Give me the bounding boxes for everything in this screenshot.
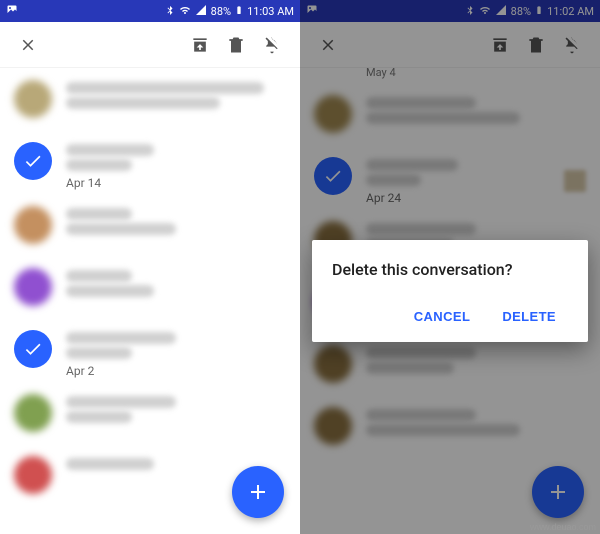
delete-confirm-button[interactable]: Delete xyxy=(490,299,568,334)
app-bar xyxy=(0,22,300,68)
watermark: www.deuao.com xyxy=(530,522,596,532)
status-bar: 88% 11:02 AM xyxy=(300,0,600,22)
delete-confirm-dialog: Delete this conversation? Cancel Delete xyxy=(312,240,588,342)
list-item[interactable] xyxy=(0,198,300,260)
conversation-list: Apr 14 xyxy=(0,68,300,510)
wifi-icon xyxy=(179,4,191,19)
checkmark-icon xyxy=(14,142,52,180)
avatar xyxy=(314,95,352,133)
archive-button[interactable] xyxy=(182,27,218,63)
bluetooth-icon xyxy=(465,5,475,18)
clock-time: 11:02 AM xyxy=(547,5,594,18)
section-date: May 4 xyxy=(300,66,600,79)
list-item[interactable] xyxy=(0,72,300,134)
compose-fab[interactable] xyxy=(232,466,284,518)
signal-icon xyxy=(495,4,507,19)
avatar xyxy=(14,80,52,118)
gallery-status-icon xyxy=(6,4,18,19)
battery-icon xyxy=(535,4,543,19)
app-bar xyxy=(300,22,600,68)
archive-button[interactable] xyxy=(482,27,518,63)
wifi-icon xyxy=(479,4,491,19)
close-button[interactable] xyxy=(310,27,346,63)
battery-percent: 88% xyxy=(211,5,231,18)
avatar xyxy=(314,407,352,445)
conversation-date: Apr 24 xyxy=(366,191,550,205)
checkmark-icon xyxy=(14,330,52,368)
close-button[interactable] xyxy=(10,27,46,63)
battery-percent: 88% xyxy=(511,5,531,18)
battery-icon xyxy=(235,4,243,19)
mute-button[interactable] xyxy=(254,27,290,63)
list-item[interactable] xyxy=(300,337,600,399)
attachment-thumbnail xyxy=(564,170,586,192)
avatar xyxy=(14,456,52,494)
delete-button[interactable] xyxy=(218,27,254,63)
compose-fab[interactable] xyxy=(532,466,584,518)
list-item[interactable] xyxy=(300,399,600,461)
conversation-date: Apr 14 xyxy=(66,176,286,190)
avatar xyxy=(314,345,352,383)
list-item-selected[interactable]: Apr 2 xyxy=(0,322,300,386)
phone-screenshot-left: 88% 11:03 AM xyxy=(0,0,300,534)
avatar xyxy=(14,206,52,244)
status-bar: 88% 11:03 AM xyxy=(0,0,300,22)
cancel-button[interactable]: Cancel xyxy=(402,299,483,334)
list-item[interactable] xyxy=(0,386,300,448)
phone-screenshot-right: 88% 11:02 AM May 4 xyxy=(300,0,600,534)
list-item-selected[interactable]: Apr 24 xyxy=(300,149,600,213)
dialog-title: Delete this conversation? xyxy=(332,260,568,279)
avatar xyxy=(14,394,52,432)
checkmark-icon xyxy=(314,157,352,195)
gallery-status-icon xyxy=(306,4,318,19)
bluetooth-icon xyxy=(165,5,175,18)
delete-button[interactable] xyxy=(518,27,554,63)
clock-time: 11:03 AM xyxy=(247,5,294,18)
mute-button[interactable] xyxy=(554,27,590,63)
list-item[interactable] xyxy=(300,87,600,149)
avatar xyxy=(14,268,52,306)
conversation-date: Apr 2 xyxy=(66,364,286,378)
list-item[interactable] xyxy=(0,260,300,322)
signal-icon xyxy=(195,4,207,19)
list-item-selected[interactable]: Apr 14 xyxy=(0,134,300,198)
